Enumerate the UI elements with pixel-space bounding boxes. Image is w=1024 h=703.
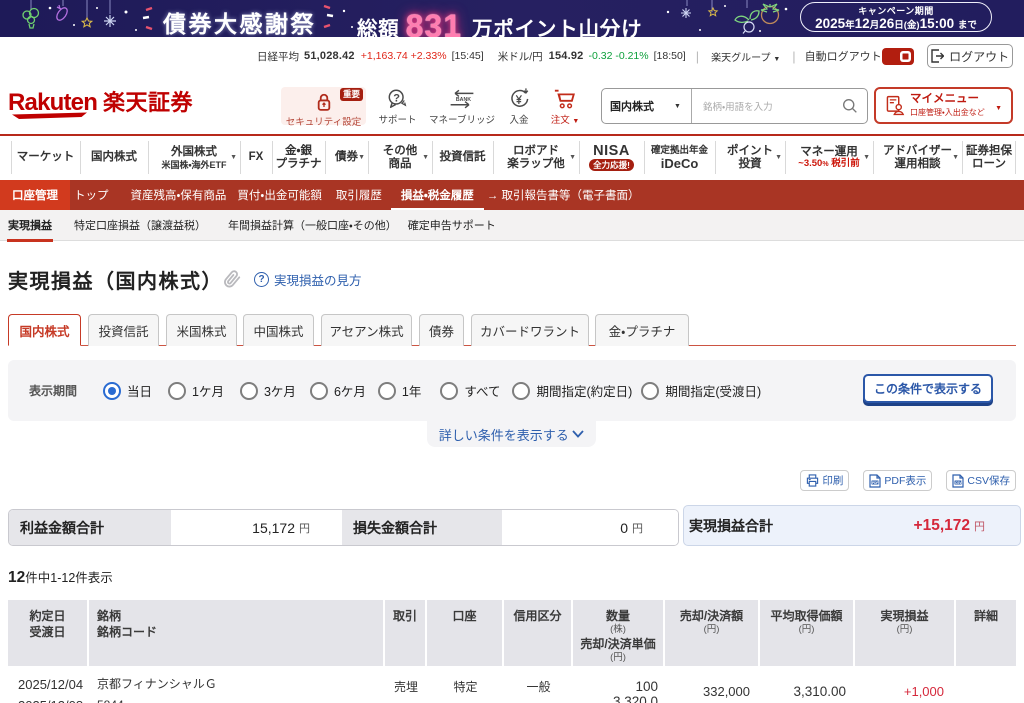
svg-text:Rakuten: Rakuten [8,89,97,116]
svg-text:BANK: BANK [456,97,471,103]
svg-text:CSV: CSV [955,480,962,484]
svg-text:PDF: PDF [872,480,878,484]
svg-text:?: ? [393,92,400,104]
svg-text:楽天証券: 楽天証券 [103,90,194,115]
